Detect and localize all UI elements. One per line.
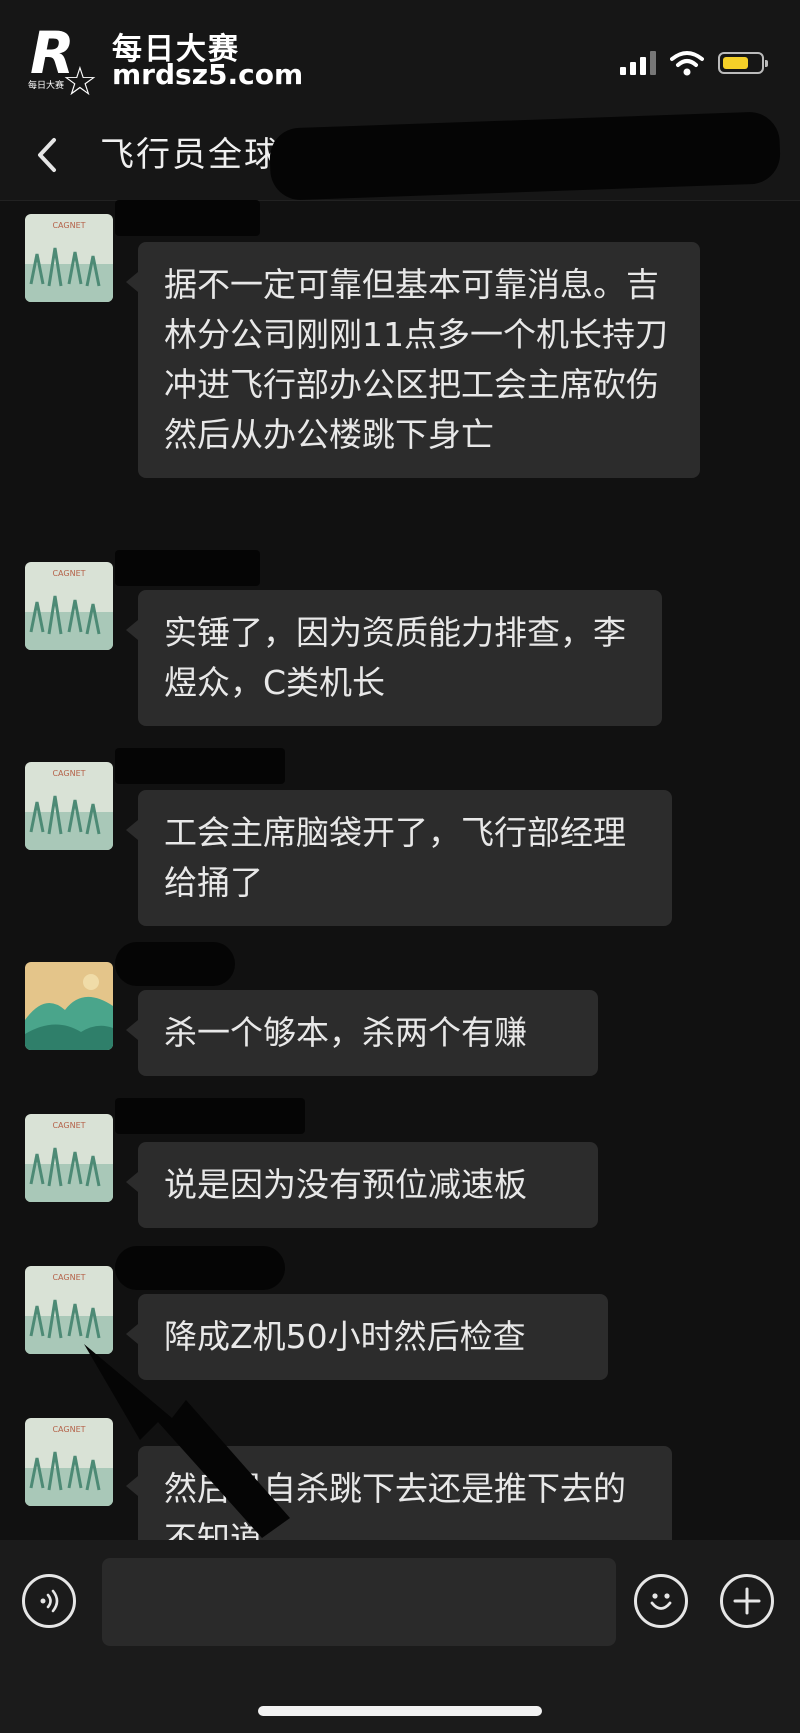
status-icons — [620, 48, 768, 78]
star-icon: ☆ — [62, 59, 98, 105]
signal-icon — [620, 51, 656, 75]
sender-name-redaction — [115, 748, 285, 784]
avatar-caption: CAGNET — [52, 569, 85, 578]
sender-name-redaction — [115, 200, 260, 236]
avatar[interactable]: CAGNET — [25, 762, 113, 850]
message-input[interactable] — [102, 1558, 616, 1646]
avatar-caption: CAGNET — [52, 221, 85, 230]
message-bubble[interactable]: 实锤了，因为资质能力排查，李煜众，C类机长 — [126, 590, 662, 726]
wifi-icon — [670, 51, 704, 76]
title-redaction — [268, 111, 782, 201]
back-chevron-icon[interactable] — [30, 132, 70, 178]
message-bubble[interactable]: 工会主席脑袋开了，飞行部经理给捅了 — [126, 790, 672, 926]
plus-icon — [733, 1587, 761, 1615]
voice-icon — [40, 1589, 59, 1613]
watermark-logo: R ☆ 每日大赛 — [22, 22, 102, 102]
message-bubble[interactable]: 降成Z机50小时然后检查 — [126, 1294, 608, 1380]
chat-header: 飞行员全球 — [0, 110, 800, 201]
sender-name-redaction — [115, 1098, 305, 1134]
avatar-caption: CAGNET — [52, 1425, 85, 1434]
avatar-caption: CAGNET — [52, 769, 85, 778]
watermark-sub: 每日大赛 — [28, 81, 65, 91]
avatar[interactable]: CAGNET — [25, 1418, 113, 1506]
sender-name-redaction — [115, 550, 260, 586]
smiley-icon — [650, 1593, 672, 1610]
watermark-url: mrdsz5.com — [112, 58, 304, 91]
avatar[interactable]: CAGNET — [25, 562, 113, 650]
emoji-button[interactable] — [634, 1574, 688, 1628]
avatar[interactable]: CAGNET — [25, 1114, 113, 1202]
avatar-caption: CAGNET — [52, 1273, 85, 1282]
chat-title: 飞行员全球 — [100, 135, 280, 175]
message-bubble[interactable]: 杀一个够本，杀两个有赚 — [126, 990, 598, 1076]
input-bar — [0, 1540, 800, 1733]
battery-icon — [718, 52, 768, 74]
voice-button[interactable] — [22, 1574, 76, 1628]
more-button[interactable] — [720, 1574, 774, 1628]
avatar[interactable] — [25, 962, 113, 1050]
message-bubble[interactable]: 然后是自杀跳下去还是推下去的不知道 — [126, 1446, 672, 1540]
status-bar: R ☆ 每日大赛 每日大赛 mrdsz5.com — [0, 0, 800, 110]
avatar[interactable]: CAGNET — [25, 214, 113, 302]
sender-name-redaction — [115, 1246, 285, 1290]
avatar[interactable]: CAGNET — [25, 1266, 113, 1354]
message-list[interactable]: CAGNET 据不一定可靠但基本可靠消息。吉林分公司刚刚11点多一个机长持刀冲进… — [0, 200, 800, 1540]
message-bubble[interactable]: 据不一定可靠但基本可靠消息。吉林分公司刚刚11点多一个机长持刀冲进飞行部办公区把… — [126, 242, 700, 478]
avatar-caption: CAGNET — [52, 1121, 85, 1130]
sender-name-redaction — [115, 942, 235, 986]
message-bubble[interactable]: 说是因为没有预位减速板 — [126, 1142, 598, 1228]
home-indicator[interactable] — [258, 1706, 542, 1716]
